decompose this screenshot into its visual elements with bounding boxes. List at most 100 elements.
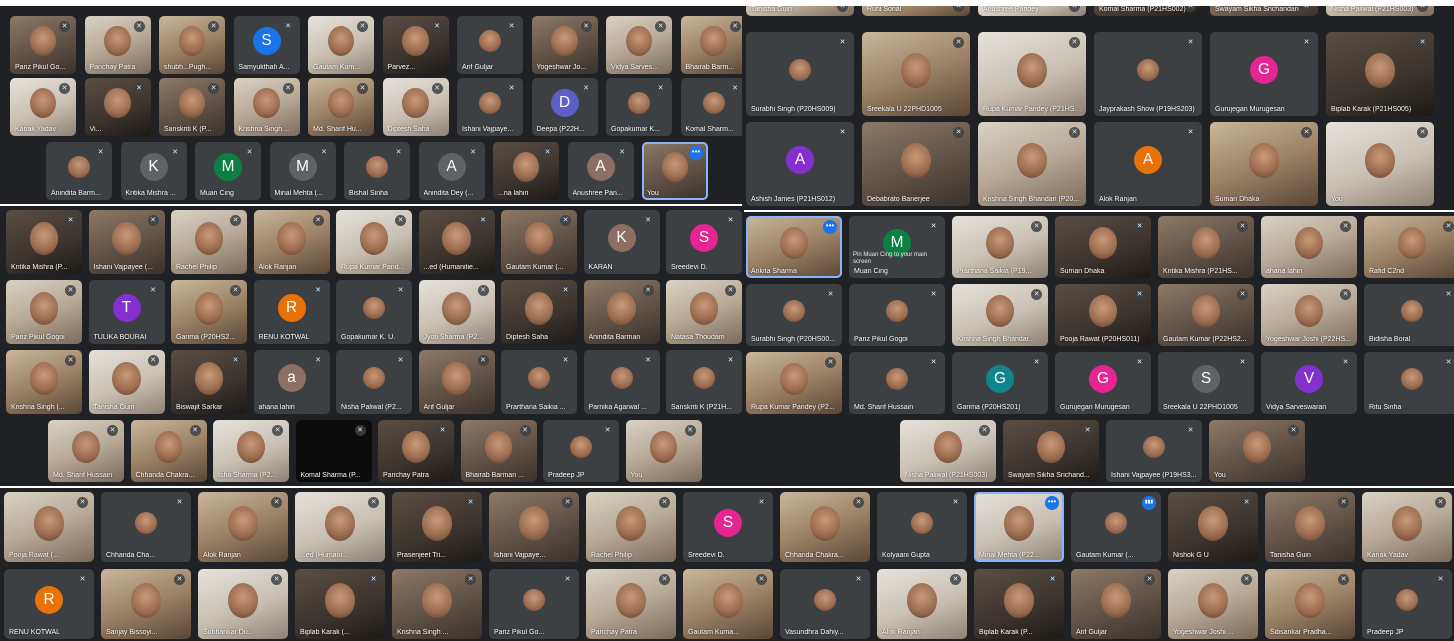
participant-tile[interactable]: ✕ You <box>1326 122 1434 206</box>
participant-tile[interactable]: ✕ Tanisha Guin <box>1265 492 1355 562</box>
participant-tile[interactable]: M ✕ Minal Mehta (... <box>269 142 336 200</box>
participant-tile[interactable]: ✕ ahana lahiri <box>1261 216 1357 278</box>
more-options-icon[interactable]: ••• <box>1045 496 1059 510</box>
participant-tile[interactable]: ✕ Gautam Kum... <box>308 16 374 74</box>
participant-tile[interactable]: ✕ Gopakumar K. U. <box>336 280 412 344</box>
participant-tile[interactable]: ✕ Surabhi Singh (P20HS00... <box>746 284 842 346</box>
participant-tile[interactable]: ✕ Anushree Pandey <box>978 6 1086 16</box>
participant-tile[interactable]: A ✕ Anindita Dey (... <box>418 142 485 200</box>
participant-tile[interactable]: ✕ Nisha Paliwal (P21HS003) <box>900 420 996 482</box>
participant-tile[interactable]: A ✕ Alok Ranjan <box>1094 122 1202 206</box>
participant-tile[interactable]: ✕ Bhairab Barm... <box>680 16 742 74</box>
participant-tile[interactable]: ✕ Isha Sharma (P2... <box>213 420 289 482</box>
participant-tile[interactable]: S ✕ Sreedevi D. <box>666 210 742 274</box>
participant-tile[interactable]: ••• Minal Mehta (P22... <box>974 492 1064 562</box>
participant-tile[interactable]: ✕ Bhairab Barman ... <box>460 420 537 482</box>
participant-tile[interactable]: ✕ Alok Ranjan <box>198 492 288 562</box>
participant-tile[interactable]: ✕ Pooja Rawat (P20HS011) <box>1055 284 1151 346</box>
participant-tile[interactable]: ✕ Ishani Vajpaye... <box>457 78 523 136</box>
participant-tile[interactable]: ✕ Krishna Singh Bhandari (P20... <box>978 122 1086 206</box>
participant-tile[interactable]: ✕ Krishna Singh ... <box>233 78 300 136</box>
participant-tile[interactable]: ✕ Chhanda Chakra... <box>130 420 207 482</box>
participant-tile[interactable]: ✕ You <box>1209 420 1305 482</box>
participant-tile[interactable]: ✕ Md. Sharif Hussain <box>48 420 124 482</box>
participant-tile[interactable]: ✕ Arif Guljar <box>457 16 523 74</box>
participant-tile[interactable]: ✕ ...ed (Humanitie... <box>418 210 495 274</box>
participant-tile[interactable]: ✕ Komal Sharm... <box>680 78 742 136</box>
participant-tile[interactable]: ✕ Jyoti Sharma (P2... <box>418 280 495 344</box>
participant-tile[interactable]: ✕ Diptesh Saha <box>501 280 577 344</box>
participant-tile[interactable]: V ✕ Vidya Sarveswaran <box>1261 352 1357 414</box>
participant-tile[interactable]: ✕ Parichay Patra <box>84 16 151 74</box>
participant-tile[interactable]: R ✕ RENU KOTWAL <box>253 280 330 344</box>
participant-tile[interactable]: a ✕ ahana lahiri <box>253 350 330 414</box>
participant-tile[interactable]: ✕ Yogeshwar Joshi (P22HS... <box>1261 284 1357 346</box>
participant-tile[interactable]: ✕ Biplab Karak (P21HS005) <box>1326 32 1434 116</box>
participant-tile[interactable]: ✕ Prarthana Saikia (P19... <box>952 216 1048 278</box>
participant-tile[interactable]: ✕ Pariz Pikul Go... <box>10 16 76 74</box>
participant-tile[interactable]: D ✕ Deepa (P22H... <box>531 78 598 136</box>
participant-tile[interactable]: ✕ Bidisha Boral <box>1364 284 1454 346</box>
participant-tile[interactable]: ✕ Diptesh Saha <box>382 78 449 136</box>
participant-tile[interactable]: ✕ Swayam Sikha Srichand... <box>1003 420 1099 482</box>
participant-tile[interactable]: ✕ Nishok G U <box>1168 492 1258 562</box>
participant-tile[interactable]: ✕ Prarthana Saikia ... <box>501 350 577 414</box>
participant-tile[interactable]: ✕ Kanak Yadav <box>1362 492 1452 562</box>
participant-tile[interactable]: ✕ Rupa Kumar Pand... <box>336 210 412 274</box>
participant-tile[interactable]: ✕ Md. Sharif Hu... <box>308 78 374 136</box>
participant-tile[interactable]: ✕ Anindita Barm... <box>46 142 112 200</box>
participant-tile[interactable]: ✕ Parichay Patra <box>378 420 454 482</box>
participant-tile[interactable]: ✕ Kanak Yadav <box>10 78 76 136</box>
participant-tile[interactable]: ✕ Jayprakash Show (P19HS203) <box>1094 32 1202 116</box>
participant-tile[interactable]: A ✕ Ashish James (P21HS012) <box>746 122 854 206</box>
participant-tile[interactable]: ✕ Sreekala U 22PHD1005 <box>862 32 970 116</box>
participant-tile[interactable]: ✕ Vi... <box>84 78 151 136</box>
participant-tile[interactable]: G ✕ Gurujegan Murugesan <box>1210 32 1318 116</box>
participant-tile[interactable]: ✕ Chhanda Cha... <box>101 492 191 562</box>
participant-tile[interactable]: ✕ Swayam Sikha Srichandan <box>1210 6 1318 16</box>
participant-tile[interactable]: ✕ Yogeshwar Jo... <box>531 16 598 74</box>
participant-tile[interactable]: M ✕ Muan Cing <box>195 142 261 200</box>
participant-tile[interactable]: ✕ Anindita Barman <box>583 280 660 344</box>
participant-tile[interactable]: ✕ Pariz Pikul Go... <box>489 569 579 639</box>
participant-tile[interactable]: ✕ Rupa Kumar Pandey (P21HS...) <box>978 32 1086 116</box>
participant-tile[interactable]: ✕ Kritika Mishra (P... <box>6 210 82 274</box>
participant-tile[interactable]: K ✕ KARAN <box>583 210 660 274</box>
participant-tile[interactable]: ✕ Suman Dhaka <box>1210 122 1318 206</box>
participant-tile[interactable]: ✕ Komal Sharma (P... <box>295 420 372 482</box>
participant-tile[interactable]: ✕ Krishna Singh Bhandar... <box>952 284 1048 346</box>
participant-tile[interactable]: ✕ Ritu Sinha <box>1364 352 1454 414</box>
participant-tile[interactable]: ✕ Sanskriti K (P... <box>159 78 225 136</box>
participant-tile[interactable]: ✕ Sibsankar Pradha... <box>1265 569 1355 639</box>
participant-tile[interactable]: ✕ Vasundhra Dahiy... <box>780 569 870 639</box>
participant-tile[interactable]: ✕ Tanisha Guin <box>88 350 165 414</box>
participant-tile[interactable]: ✕ Natasa Thoudam <box>666 280 742 344</box>
more-options-icon[interactable]: ••• <box>689 146 703 160</box>
participant-tile[interactable]: ✕ Parnika Agarwal ... <box>583 350 660 414</box>
participant-tile[interactable]: ✕ Krishna Singh ... <box>392 569 482 639</box>
participant-tile[interactable]: ✕ Yogeshwar Joshi ... <box>1168 569 1258 639</box>
participant-tile[interactable]: S ✕ Sreekala U 22PHD1005 <box>1158 352 1254 414</box>
participant-tile[interactable]: R ✕ RENU KOTWAL <box>4 569 94 639</box>
participant-tile[interactable]: ✕ You <box>625 420 702 482</box>
more-options-icon[interactable]: ••• <box>823 220 837 234</box>
participant-tile[interactable]: ✕ Ishani Vajpayee (P19HS3... <box>1106 420 1202 482</box>
participant-tile[interactable]: ✕ Alok Ranjan <box>877 569 967 639</box>
participant-tile[interactable]: ✕ Gautam Kumar (... <box>501 210 577 274</box>
participant-tile[interactable]: ✕ Nisha Paliwal (P21HS003) <box>1326 6 1434 16</box>
participant-tile[interactable]: ✕ Ishani Vajpaye... <box>489 492 579 562</box>
participant-tile[interactable]: ✕ Gopakumar K... <box>606 78 672 136</box>
participant-tile[interactable]: ✕ ...ed (Humani... <box>295 492 385 562</box>
participant-tile[interactable]: ✕ Md. Sharif Hussain <box>849 352 945 414</box>
participant-tile[interactable]: G ✕ Garima (P20HS201) <box>952 352 1048 414</box>
participant-tile[interactable]: ✕ Chhanda Chakra... <box>780 492 870 562</box>
participant-tile[interactable]: ✕ Nisha Paliwal (P2... <box>336 350 412 414</box>
participant-tile[interactable]: ✕ Kolyaani Gupta <box>877 492 967 562</box>
participant-tile[interactable]: ✕ Gautam Kuma... <box>683 569 773 639</box>
participant-tile[interactable]: S ✕ Samyukthah A... <box>233 16 300 74</box>
participant-tile[interactable]: ✕ Gautam Kumar (P22HS2... <box>1158 284 1254 346</box>
participant-tile[interactable]: ✕ Prasenjeet Tri... <box>392 492 482 562</box>
participant-tile[interactable]: ✕ Pariz Pikul Gogoi <box>849 284 945 346</box>
participant-tile[interactable]: ✕ ...na lahiri <box>493 142 559 200</box>
participant-tile[interactable]: ✕ Pooja Rawat (... <box>4 492 94 562</box>
